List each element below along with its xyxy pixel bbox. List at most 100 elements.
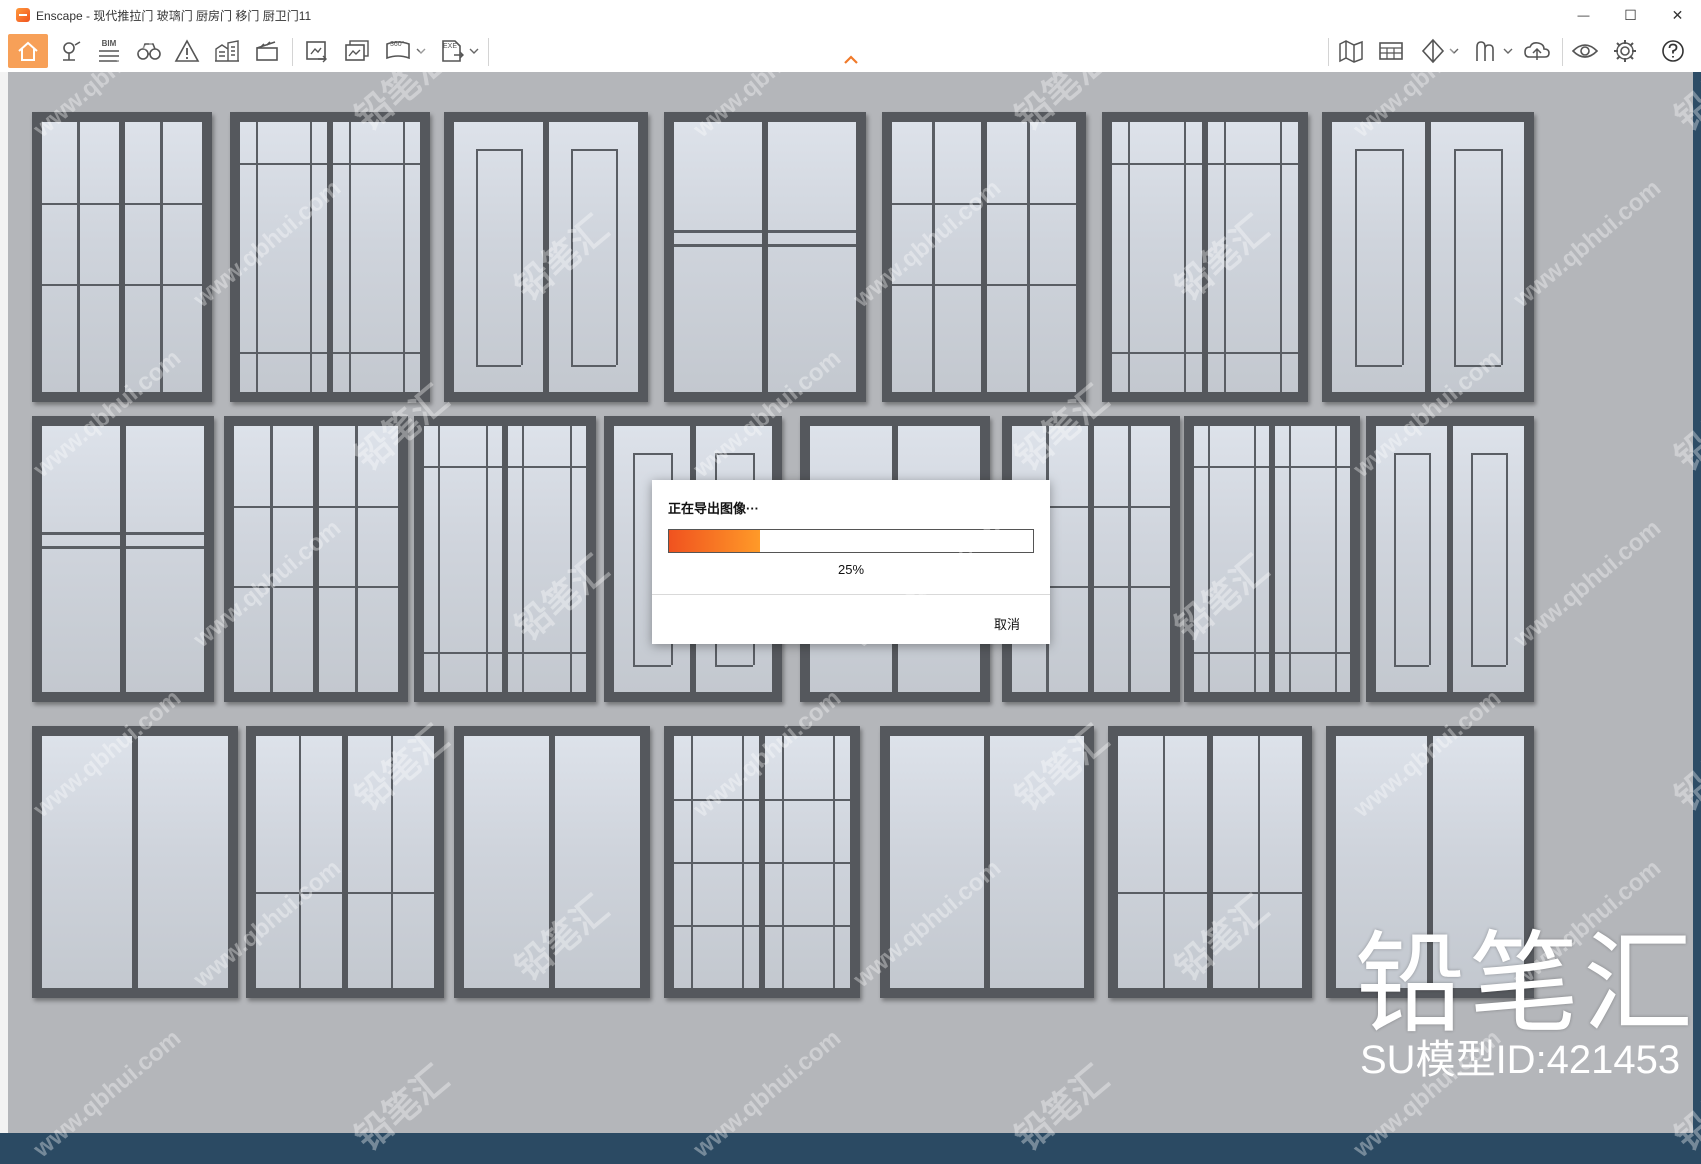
door-glass-panel	[1194, 426, 1269, 692]
door-glass-panel	[1332, 122, 1425, 392]
door-glass-panel	[348, 736, 434, 988]
clapboard-button[interactable]	[252, 36, 282, 66]
visibility-button[interactable]	[1570, 36, 1600, 66]
location-icon	[63, 41, 81, 61]
dialog-title: 正在导出图像···	[668, 501, 759, 516]
door-glass-panel	[126, 426, 204, 692]
buildings-icon	[215, 40, 239, 62]
exe-export-button[interactable]: EXE	[436, 36, 482, 66]
door-muntin	[1470, 452, 1507, 455]
map-button[interactable]	[1336, 36, 1366, 66]
door-muntin	[299, 736, 301, 988]
door-muntin	[1393, 452, 1430, 455]
grid-button[interactable]	[1376, 36, 1406, 66]
door-glass-panel	[42, 122, 119, 392]
door-model	[32, 416, 214, 702]
binoculars-button[interactable]	[133, 36, 165, 66]
enscape-window: Enscape - 现代推拉门 玻璃门 厨房门 移门 厨卫门11 BIM 360…	[0, 0, 1701, 1163]
door-model	[32, 726, 238, 998]
door-muntin	[1429, 452, 1432, 666]
door-muntin	[1275, 465, 1350, 468]
door-glass-panel	[333, 122, 420, 392]
maximize-button[interactable]: ☐	[1607, 0, 1654, 30]
door-muntin	[76, 122, 80, 392]
door-muntin	[768, 230, 856, 233]
door-muntin	[333, 351, 420, 354]
door-muntin	[765, 925, 850, 927]
dialog-divider	[652, 594, 1050, 595]
door-glass-panel	[42, 736, 132, 988]
door-glass-panel	[138, 736, 228, 988]
help-icon	[1662, 40, 1684, 62]
progress-fill	[669, 530, 760, 552]
door-muntin	[1355, 149, 1402, 151]
minimize-button[interactable]: —	[1560, 0, 1607, 30]
window-controls: — ☐ ✕	[1560, 0, 1701, 30]
screenshot-button[interactable]	[302, 36, 332, 66]
door-muntin	[892, 284, 981, 286]
door-muntin	[1393, 665, 1430, 668]
toolbar-collapse-icon[interactable]	[842, 52, 860, 66]
door-glass-panel	[256, 736, 342, 988]
toolbar-separator	[292, 38, 293, 66]
warning-button[interactable]	[172, 36, 202, 66]
settings-button[interactable]	[1610, 36, 1640, 66]
cloud-upload-button[interactable]	[1522, 36, 1552, 66]
panorama-label: 360°	[390, 41, 405, 48]
door-muntin	[1027, 122, 1031, 392]
door-muntin	[1094, 505, 1170, 508]
door-glass-panel	[1213, 736, 1302, 988]
cancel-button[interactable]: 取消	[994, 614, 1020, 633]
left-panel-edge	[0, 72, 8, 1133]
door-muntin	[126, 545, 204, 549]
door-muntin	[125, 203, 202, 205]
door-model	[224, 416, 408, 702]
export-progress-dialog: 正在导出图像··· 25% 取消	[652, 480, 1050, 644]
door-muntin	[571, 365, 616, 367]
door-muntin	[674, 925, 759, 927]
door-model	[880, 726, 1094, 998]
door-muntin	[42, 203, 119, 205]
door-muntin	[125, 284, 202, 286]
door-muntin	[1257, 736, 1260, 988]
door-model	[32, 112, 212, 402]
door-glass-panel	[890, 736, 984, 988]
door-model	[882, 112, 1086, 402]
chevron-down-icon	[469, 48, 478, 54]
door-muntin	[1355, 365, 1402, 367]
door-glass-panel	[319, 426, 398, 692]
cube-button[interactable]	[1416, 36, 1462, 66]
door-muntin	[1470, 665, 1507, 668]
door-glass-panel	[125, 122, 202, 392]
help-button[interactable]	[1658, 36, 1688, 66]
home-button[interactable]	[8, 34, 48, 68]
door-muntin	[476, 149, 521, 151]
batch-render-button[interactable]	[342, 36, 372, 66]
door-glass-panel	[464, 736, 549, 988]
door-glass-panel	[1094, 426, 1170, 692]
export-progress-bar	[668, 529, 1034, 553]
bim-button[interactable]: BIM	[94, 36, 124, 66]
door-model	[230, 112, 430, 402]
door-model	[664, 726, 860, 998]
sky-button[interactable]	[1470, 36, 1516, 66]
buildings-button[interactable]	[212, 36, 242, 66]
door-glass-panel	[454, 122, 543, 392]
door-model	[1108, 726, 1312, 998]
window-title: Enscape - 现代推拉门 玻璃门 厨房门 移门 厨卫门11	[36, 8, 312, 23]
location-button[interactable]	[56, 36, 86, 66]
door-glass-panel	[508, 426, 586, 692]
door-muntin	[1275, 652, 1350, 655]
sky-icon	[1475, 41, 1494, 61]
bim-icon	[99, 49, 119, 62]
panorama-button[interactable]: 360°	[382, 36, 428, 66]
map-icon	[1339, 40, 1363, 63]
door-glass-panel	[674, 736, 759, 988]
close-button[interactable]: ✕	[1654, 0, 1701, 30]
door-glass-panel	[1275, 426, 1350, 692]
door-muntin	[768, 243, 856, 247]
door-muntin	[1194, 465, 1269, 468]
gear-icon	[1614, 40, 1636, 62]
door-glass-panel	[768, 122, 856, 392]
door-muntin	[520, 149, 523, 365]
